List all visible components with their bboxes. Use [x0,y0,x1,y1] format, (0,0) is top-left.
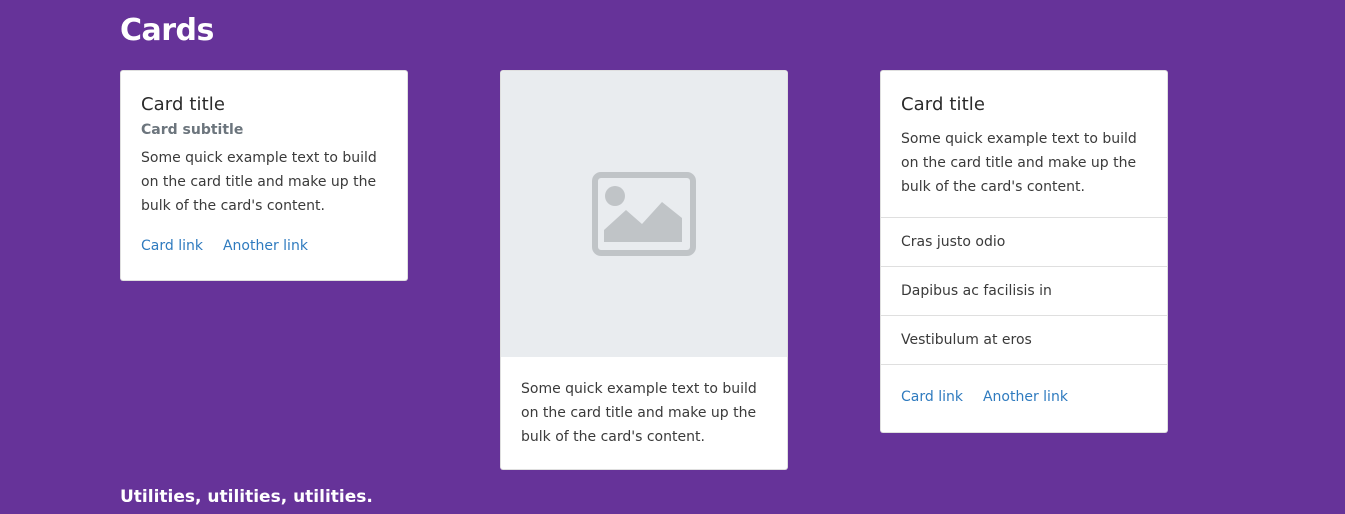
card-body: Card title Some quick example text to bu… [881,71,1167,217]
image-placeholder-icon [592,172,696,256]
page-title: Cards [120,13,214,48]
card-list-group: Cras justo odio Dapibus ac facilisis in … [881,217,1167,364]
card-text: Some quick example text to build on the … [141,150,377,214]
card-text: Some quick example text to build on the … [901,131,1137,195]
card-body: Some quick example text to build on the … [501,357,787,469]
card-body: Card title Card subtitle Some quick exam… [121,71,407,278]
card-with-image: Some quick example text to build on the … [500,70,788,470]
list-item: Cras justo odio [881,217,1167,266]
card-text: Some quick example text to build on the … [521,381,757,445]
card-link[interactable]: Card link [901,389,963,405]
another-link[interactable]: Another link [983,389,1068,405]
card-with-list: Card title Some quick example text to bu… [880,70,1168,433]
card-title: Card title [141,94,226,115]
list-item: Dapibus ac facilisis in [881,266,1167,315]
card-subtitle: Card subtitle [141,122,244,138]
card-title: Card title [901,94,986,115]
card-image-placeholder [501,71,787,357]
card-link[interactable]: Card link [141,238,203,254]
card-links: Card link Another link [141,234,387,258]
card-links: Card link Another link [881,364,1167,429]
section-heading: Utilities, utilities, utilities. [120,487,373,507]
card-with-subtitle: Card title Card subtitle Some quick exam… [120,70,408,281]
list-item: Vestibulum at eros [881,315,1167,364]
another-link[interactable]: Another link [223,238,308,254]
